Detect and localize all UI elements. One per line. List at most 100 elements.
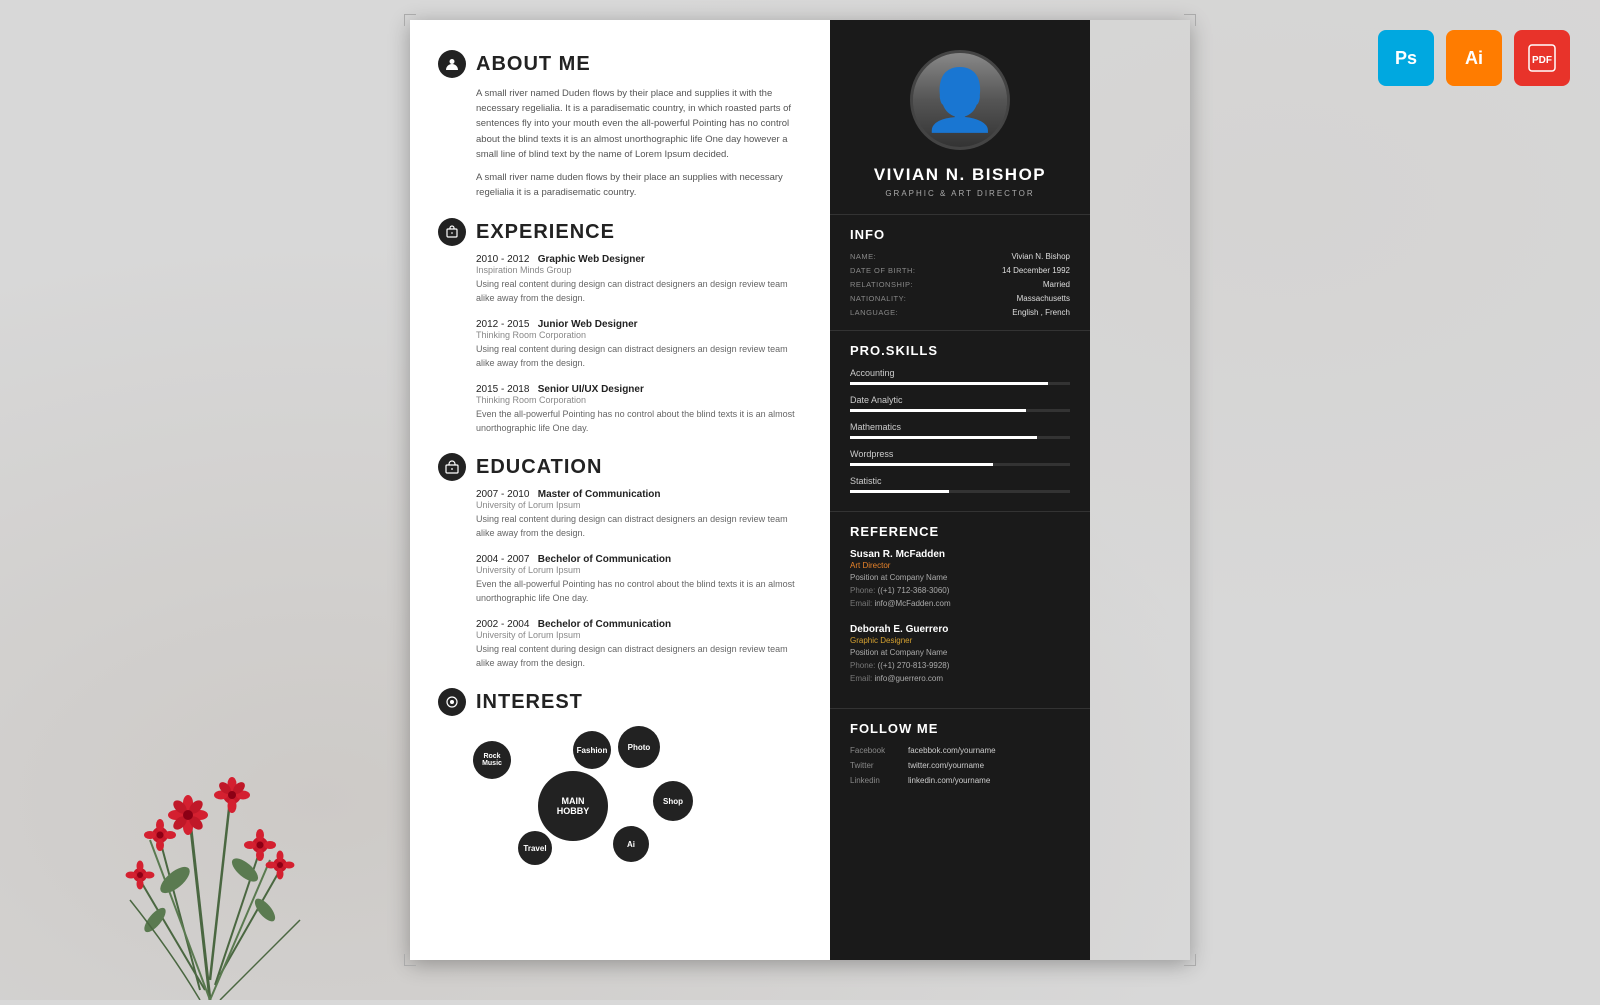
skill-name: Wordpress (850, 449, 1070, 459)
bubble-ai: Ai (613, 826, 649, 862)
about-title: ABOUT ME (476, 53, 591, 76)
follow-url: twitter.com/yourname (908, 761, 984, 770)
tool-icons-container: Ps Ai PDF (1378, 30, 1570, 86)
info-title: INFO (850, 227, 1070, 242)
experience-header: EXPERIENCE (438, 218, 802, 246)
skills-section: PRO.SKILLS Accounting Date Analytic Math… (830, 330, 1090, 511)
corner-bl (404, 954, 416, 966)
reference-list: Susan R. McFadden Art Director Position … (850, 549, 1070, 686)
follow-platform: Twitter (850, 761, 900, 770)
experience-section: EXPERIENCE 2010 - 2012 Graphic Web Desig… (438, 218, 802, 435)
info-value: Vivian N. Bishop (1011, 252, 1070, 261)
info-row: NAME: Vivian N. Bishop (850, 252, 1070, 261)
skill-bar-bg (850, 463, 1070, 466)
follow-section: FOLLOW ME Facebook facebbok.com/yourname… (830, 708, 1090, 799)
edu-school: University of Lorum Ipsum (476, 630, 802, 640)
education-header: EDUCATION (438, 453, 802, 481)
skill-bar-fill (850, 463, 993, 466)
follow-row: Twitter twitter.com/yourname (850, 761, 1070, 770)
skill-bar-bg (850, 490, 1070, 493)
edu-years-degree: 2007 - 2010 Master of Communication (476, 489, 802, 500)
about-icon (438, 50, 466, 78)
ref-email: Email: info@McFadden.com (850, 598, 1070, 611)
skill-bar-bg (850, 436, 1070, 439)
experience-title: EXPERIENCE (476, 221, 615, 244)
skill-item: Wordpress (850, 449, 1070, 466)
profile-silhouette (913, 53, 1007, 147)
edu-desc: Using real content during design can dis… (476, 513, 802, 540)
info-section: INFO NAME: Vivian N. Bishop DATE OF BIRT… (830, 214, 1090, 330)
skill-bar-fill (850, 382, 1048, 385)
edu-degree: Bechelor of Communication (538, 619, 671, 630)
ref-phone: Phone: ((+1) 270-813-9928) (850, 660, 1070, 673)
left-panel: ABOUT ME A small river named Duden flows… (410, 20, 830, 960)
reference-section: REFERENCE Susan R. McFadden Art Director… (830, 511, 1090, 708)
skill-item: Date Analytic (850, 395, 1070, 412)
exp-years-role: 2010 - 2012 Graphic Web Designer (476, 254, 802, 265)
info-label: NATIONALITY: (850, 294, 906, 303)
edu-years-degree: 2002 - 2004 Bechelor of Communication (476, 619, 802, 630)
interest-icon (438, 688, 466, 716)
experience-item: 2012 - 2015 Junior Web Designer Thinking… (476, 319, 802, 370)
bubble-travel: Travel (518, 831, 552, 865)
photoshop-icon[interactable]: Ps (1378, 30, 1434, 86)
education-list: 2007 - 2010 Master of Communication Univ… (438, 489, 802, 670)
follow-platform: Facebook (850, 746, 900, 755)
experience-icon (438, 218, 466, 246)
edu-degree: Master of Communication (538, 489, 661, 500)
reference-item: Susan R. McFadden Art Director Position … (850, 549, 1070, 610)
ref-name: Deborah E. Guerrero (850, 624, 1070, 635)
corner-br (1184, 954, 1196, 966)
education-section: EDUCATION 2007 - 2010 Master of Communic… (438, 453, 802, 670)
profile-role: GRAPHIC & ART DIRECTOR (830, 189, 1090, 198)
experience-item: 2010 - 2012 Graphic Web Designer Inspira… (476, 254, 802, 305)
about-para1: A small river named Duden flows by their… (476, 86, 802, 162)
education-item: 2002 - 2004 Bechelor of Communication Un… (476, 619, 802, 670)
skill-item: Mathematics (850, 422, 1070, 439)
pdf-icon[interactable]: PDF (1514, 30, 1570, 86)
skill-item: Statistic (850, 476, 1070, 493)
edu-years: 2007 - 2010 (476, 489, 529, 500)
illustrator-icon[interactable]: Ai (1446, 30, 1502, 86)
corner-tr (1184, 14, 1196, 26)
edu-years-degree: 2004 - 2007 Bechelor of Communication (476, 554, 802, 565)
reference-title: REFERENCE (850, 524, 1070, 539)
resume-container: ABOUT ME A small river named Duden flows… (410, 20, 1190, 960)
edu-school: University of Lorum Ipsum (476, 565, 802, 575)
follow-title: FOLLOW ME (850, 721, 1070, 736)
experience-item: 2015 - 2018 Senior UI/UX Designer Thinki… (476, 384, 802, 435)
education-title: EDUCATION (476, 456, 602, 479)
edu-desc: Using real content during design can dis… (476, 643, 802, 670)
experience-list: 2010 - 2012 Graphic Web Designer Inspira… (438, 254, 802, 435)
interest-section: INTEREST MAINHOBBY Photo Fashion Shop Ro… (438, 688, 802, 886)
follow-platform: Linkedin (850, 776, 900, 785)
skills-title: PRO.SKILLS (850, 343, 1070, 358)
profile-image (910, 50, 1010, 150)
interest-header: INTEREST (438, 688, 802, 716)
info-fields: NAME: Vivian N. Bishop DATE OF BIRTH: 14… (850, 252, 1070, 317)
ref-name: Susan R. McFadden (850, 549, 1070, 560)
skill-name: Accounting (850, 368, 1070, 378)
svg-text:PDF: PDF (1532, 55, 1552, 66)
ref-role: Art Director (850, 561, 1070, 570)
info-value: English , French (1012, 308, 1070, 317)
skill-bar-bg (850, 382, 1070, 385)
exp-role: Graphic Web Designer (538, 254, 645, 265)
education-icon (438, 453, 466, 481)
follow-url: linkedin.com/yourname (908, 776, 990, 785)
info-label: DATE OF BIRTH: (850, 266, 915, 275)
exp-role: Senior UI/UX Designer (538, 384, 644, 395)
info-row: NATIONALITY: Massachusetts (850, 294, 1070, 303)
skill-bar-fill (850, 436, 1037, 439)
skill-name: Statistic (850, 476, 1070, 486)
follow-url: facebbok.com/yourname (908, 746, 996, 755)
exp-company: Thinking Room Corporation (476, 395, 802, 405)
bubble-rock-music: Rock Music (473, 741, 511, 779)
follow-row: Facebook facebbok.com/yourname (850, 746, 1070, 755)
exp-desc: Using real content during design can dis… (476, 343, 802, 370)
interest-bubbles: MAINHOBBY Photo Fashion Shop Rock Music … (458, 726, 758, 886)
info-row: LANGUAGE: English , French (850, 308, 1070, 317)
info-label: NAME: (850, 252, 876, 261)
profile-image-container (830, 20, 1090, 165)
reference-item: Deborah E. Guerrero Graphic Designer Pos… (850, 624, 1070, 685)
